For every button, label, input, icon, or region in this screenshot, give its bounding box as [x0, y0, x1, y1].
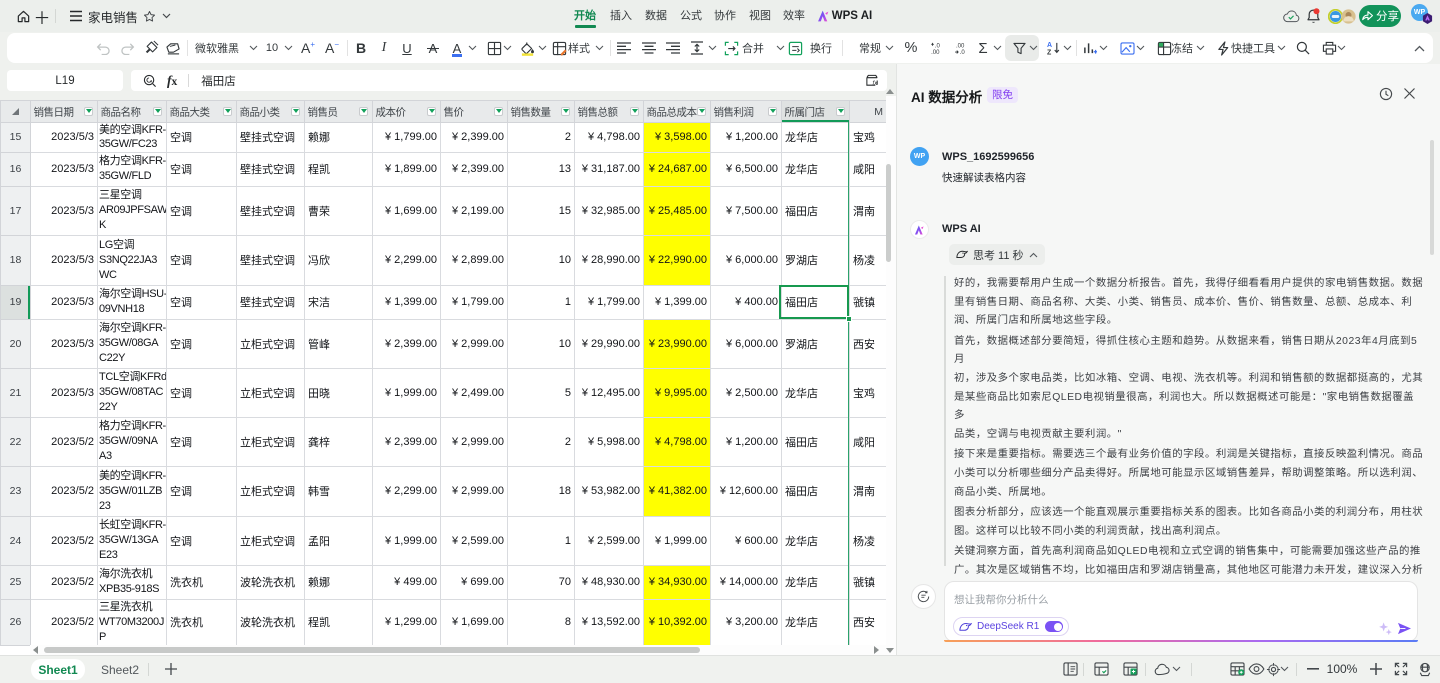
svg-text:A: A — [1047, 42, 1052, 49]
svg-text:Z: Z — [1047, 50, 1052, 55]
svg-text:.0: .0 — [934, 43, 940, 49]
svg-text:.00: .00 — [956, 43, 965, 49]
svg-text:.00: .00 — [931, 50, 940, 55]
svg-text:.0: .0 — [959, 50, 965, 55]
